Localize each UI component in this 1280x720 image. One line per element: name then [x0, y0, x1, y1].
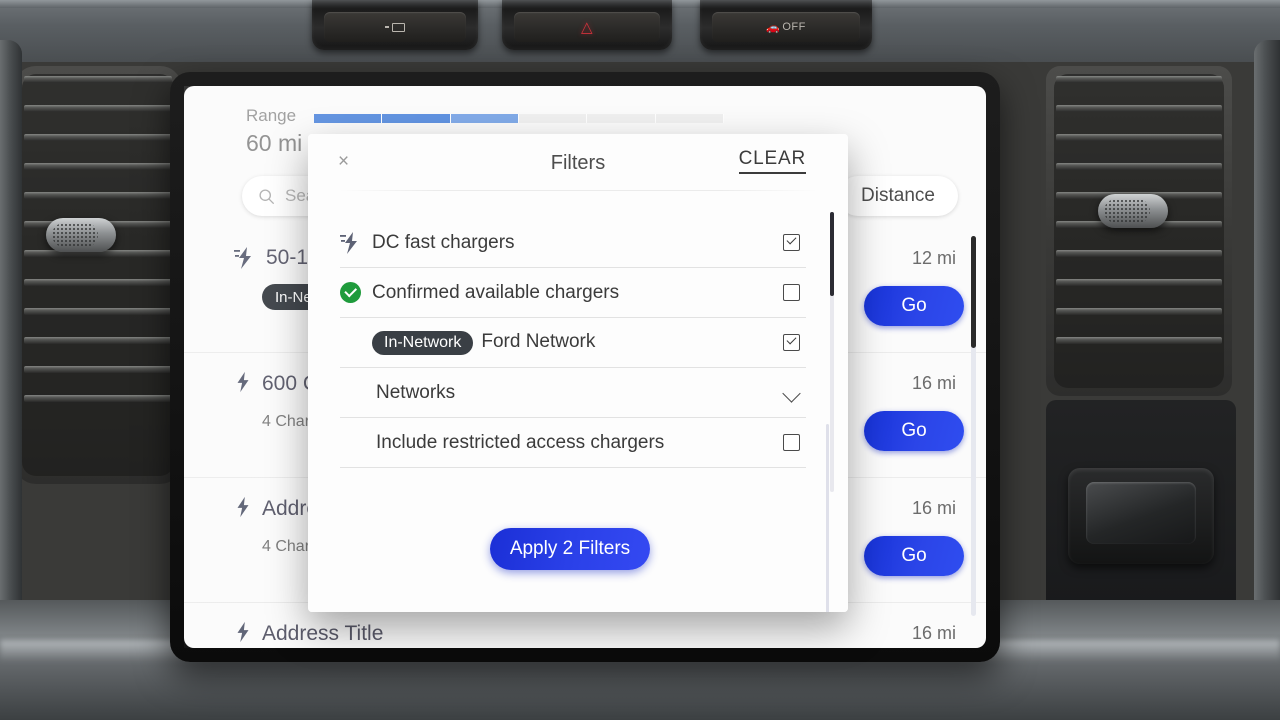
close-icon[interactable]: × [338, 152, 349, 171]
search-icon [259, 188, 274, 204]
filters-scrollbar-lower[interactable] [826, 424, 829, 612]
result-distance: 16 mi [911, 498, 956, 518]
vent-knob-right[interactable] [1098, 194, 1168, 228]
progress-segment-4 [518, 114, 588, 123]
sort-by-distance-button[interactable]: Distance [838, 176, 958, 216]
filter-label: Networks [376, 381, 456, 403]
range-value: 60 mi [246, 130, 303, 156]
dc-fast-bolt-icon [234, 246, 256, 270]
air-vent-left [14, 66, 182, 484]
filter-row[interactable]: DC fast chargers [340, 218, 806, 268]
filters-modal-header: × Filters CLEAR [308, 134, 848, 192]
range-label: Range [246, 106, 297, 125]
progress-segment-1 [314, 114, 383, 123]
display-off-button[interactable] [312, 0, 478, 50]
filter-checkbox[interactable] [783, 334, 800, 351]
go-label: Go [901, 420, 927, 441]
progress-segment-bar [314, 114, 724, 123]
apply-filters-button[interactable]: Apply 2 Filters [490, 528, 650, 570]
filters-modal: × Filters CLEAR DC fast chargers Confirme… [308, 134, 848, 612]
filter-row[interactable]: In-Network Ford Network [340, 318, 806, 368]
hazard-triangle-icon: △ [580, 19, 594, 36]
car-interior-scene: △ 🚗 OFF Range 60 mi Distance 50-150 12 m… [0, 0, 1280, 720]
filter-label-wrap: Include restricted access chargers [372, 432, 783, 454]
filters-scrollbar[interactable] [830, 212, 834, 492]
traction-control-off-button[interactable]: 🚗 OFF [700, 0, 872, 50]
filter-checkbox[interactable] [783, 284, 800, 301]
display-icon [385, 22, 405, 32]
filter-label-wrap: Confirmed available chargers [372, 282, 783, 304]
filter-row[interactable]: Include restricted access chargers [340, 418, 806, 468]
filter-label: DC fast chargers [372, 231, 515, 253]
result-distance: 12 mi [911, 248, 956, 268]
dc-fast-bolt-icon [340, 231, 362, 255]
chevron-down-icon[interactable] [782, 382, 804, 404]
bolt-icon [234, 496, 252, 522]
filter-label-wrap: Networks [372, 382, 782, 404]
result-distance: 16 mi [911, 373, 956, 393]
result-distance: 16 mi [911, 623, 956, 643]
progress-segment-2 [382, 114, 451, 123]
range-block: Range 60 mi [246, 104, 302, 158]
progress-segment-5 [587, 114, 656, 123]
apply-filters-label: Apply 2 Filters [509, 538, 631, 559]
go-button[interactable]: Go [864, 286, 964, 326]
filter-label-wrap: In-Network Ford Network [372, 330, 783, 355]
sort-label: Distance [861, 185, 935, 206]
air-vent-right [1046, 66, 1232, 396]
window-switch-button[interactable] [1068, 468, 1214, 564]
result-title-row: Address Title [234, 621, 958, 647]
bolt-icon [234, 371, 252, 397]
in-network-badge: In-Network [372, 330, 474, 355]
filter-row[interactable]: Networks [340, 368, 806, 418]
vent-knob-left[interactable] [46, 218, 116, 252]
go-label: Go [901, 545, 927, 566]
progress-segment-3 [450, 114, 519, 123]
filter-label: Include restricted access chargers [376, 431, 665, 453]
result-title: Address Title [262, 622, 384, 645]
hazard-lights-button[interactable]: △ [502, 0, 672, 50]
progress-segment-6 [655, 114, 724, 123]
filter-label-wrap: DC fast chargers [372, 232, 783, 254]
filter-label: Ford Network [481, 330, 596, 352]
screen-scrollbar[interactable] [971, 236, 976, 616]
filter-row-icon [340, 231, 372, 255]
filter-checkbox[interactable] [783, 434, 800, 451]
green-check-icon [340, 282, 361, 303]
filter-row-icon [340, 282, 372, 303]
bolt-icon [234, 621, 252, 647]
traction-off-icon: 🚗 OFF [766, 21, 806, 34]
filter-row[interactable]: Confirmed available chargers [340, 268, 806, 318]
go-button[interactable]: Go [864, 411, 964, 451]
go-button[interactable]: Go [864, 536, 964, 576]
go-label: Go [901, 295, 927, 316]
filter-checkbox[interactable] [783, 234, 800, 251]
clear-filters-button[interactable]: CLEAR [738, 148, 806, 174]
filter-label: Confirmed available chargers [372, 281, 620, 303]
filters-list: DC fast chargers Confirmed available char… [340, 218, 806, 468]
